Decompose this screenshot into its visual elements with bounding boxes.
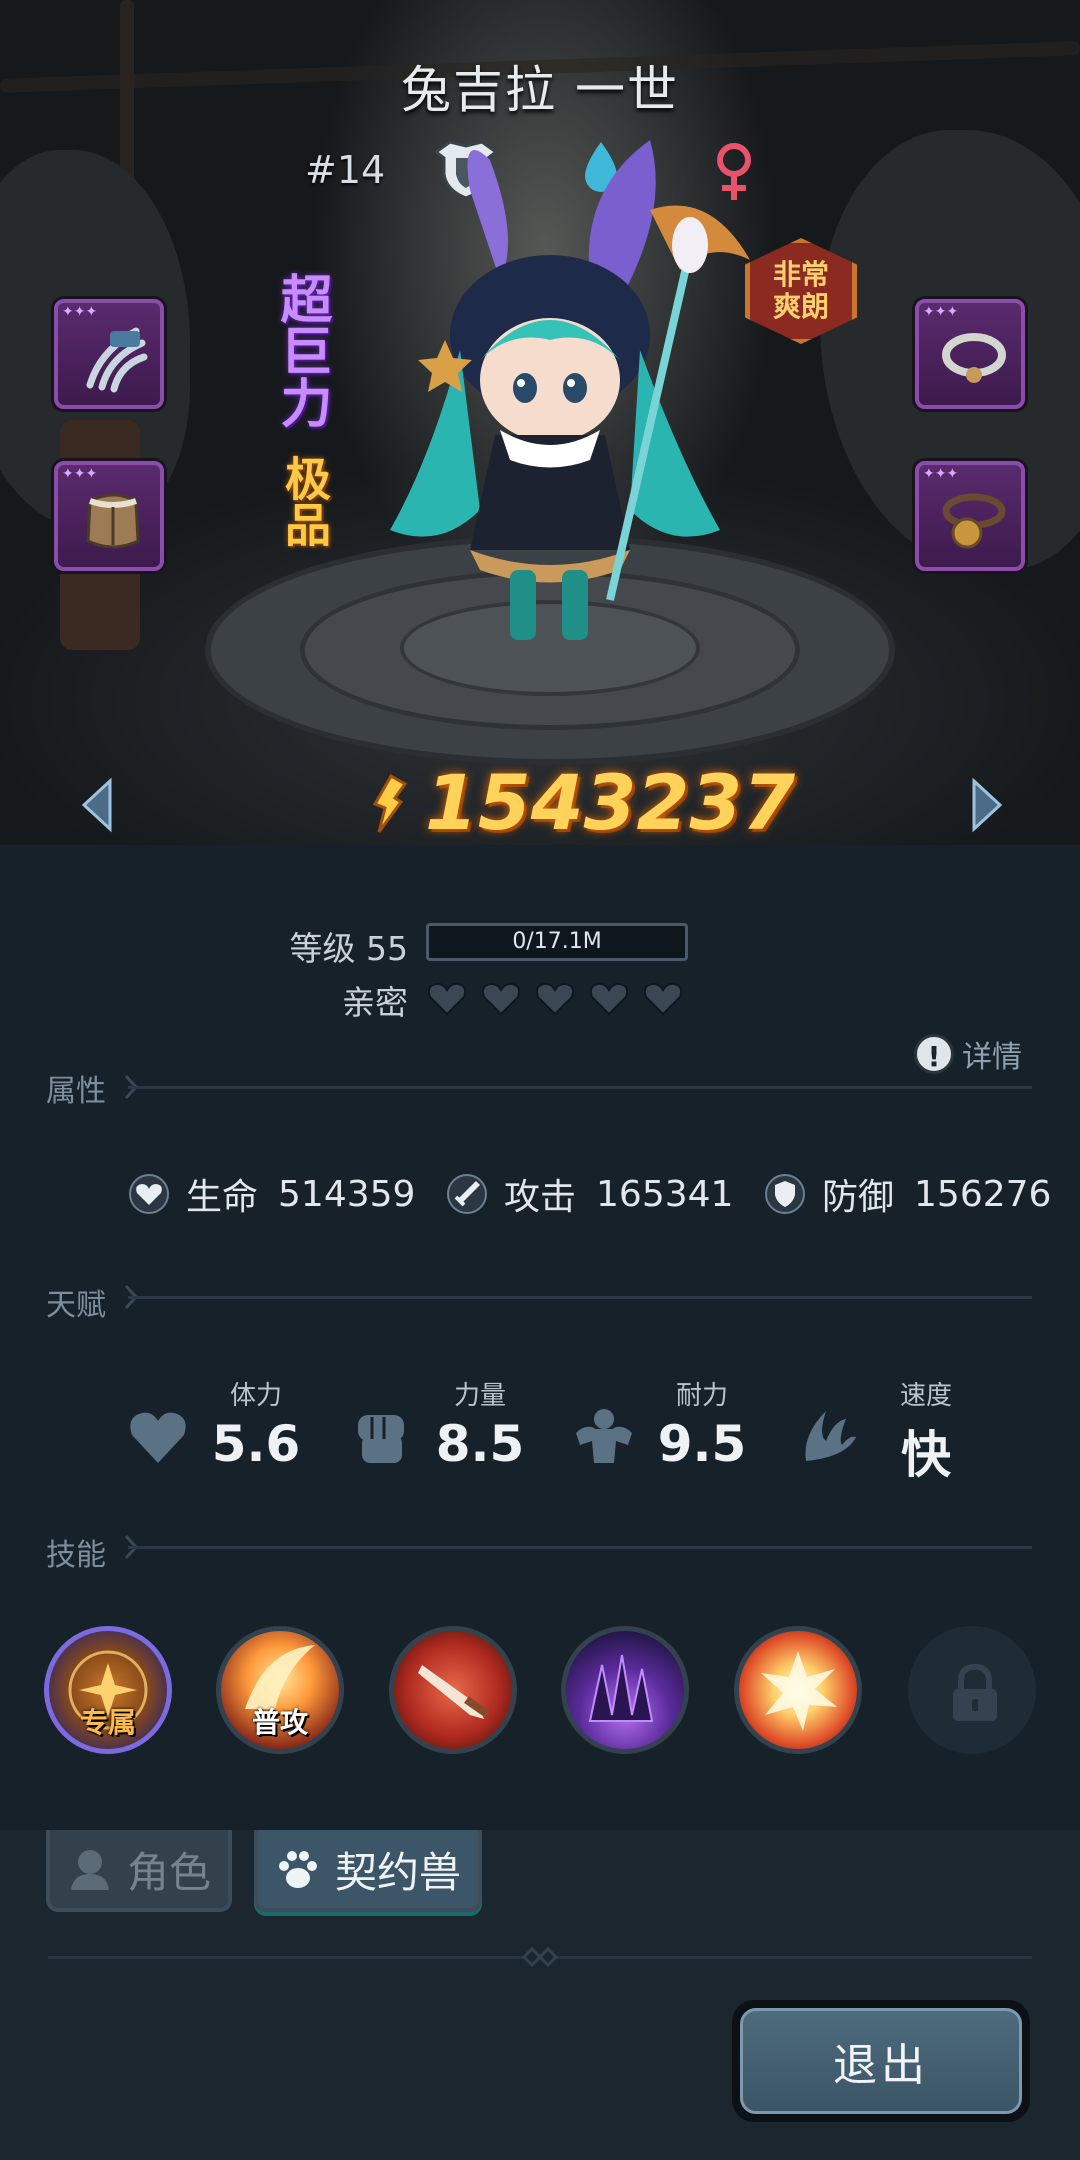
talent-value: 5.6 — [211, 1415, 301, 1473]
attack-label: 攻击 — [504, 1177, 577, 1218]
detail-label: 详情 — [962, 1040, 1022, 1075]
talent-speed[interactable]: 速度 快 — [796, 1375, 996, 1485]
attributes-header: 属性 — [46, 1074, 106, 1109]
talent-value: 快 — [901, 1426, 951, 1484]
hp-label: 生命 — [186, 1177, 259, 1218]
rarity-stars-icon: ✦✦✦ — [923, 304, 959, 320]
talent-label: 耐力 — [675, 1381, 728, 1411]
section-divider — [128, 1546, 1032, 1549]
level-label: 等级 55 — [289, 929, 408, 968]
detail-button[interactable]: ! 详情 — [914, 1032, 1022, 1076]
combat-power-value: 1543237 — [425, 758, 796, 845]
claw-weapon-icon — [86, 327, 148, 393]
quality-tag-excellent: 极品 — [278, 455, 332, 547]
rarity-stars-icon: ✦✦✦ — [62, 466, 98, 482]
muscle-icon — [576, 1409, 632, 1463]
lock-icon — [953, 1663, 997, 1721]
skills-header: 技能 — [46, 1538, 106, 1573]
trait-tag-super-strength: 超巨力 — [271, 272, 331, 428]
affection-heart-icon — [589, 982, 629, 1016]
equip-slot-accessory[interactable]: ✦✦✦ — [915, 461, 1025, 571]
skill-explosion[interactable] — [734, 1626, 862, 1754]
defense-value: 156276 — [914, 1173, 1052, 1215]
talent-label: 体力 — [229, 1381, 282, 1411]
hp-heart-icon — [129, 1174, 169, 1214]
talent-label: 力量 — [453, 1381, 506, 1411]
skill-normal-attack[interactable]: 普攻 — [216, 1626, 344, 1754]
hero-portrait — [390, 140, 750, 640]
talents-header: 天赋 — [46, 1288, 106, 1323]
rarity-stars-icon: ✦✦✦ — [923, 466, 959, 482]
character-silhouette-icon — [70, 1850, 109, 1890]
skill-sword-slash[interactable] — [389, 1626, 517, 1754]
equip-slot-weapon[interactable]: ✦✦✦ — [54, 299, 164, 409]
skill-caption: 专属 — [79, 1706, 136, 1739]
tab-pet-label: 契约兽 — [334, 1847, 461, 1897]
defense-shield-icon — [765, 1174, 805, 1214]
skill-caption: 普攻 — [251, 1706, 308, 1739]
divider-ornament-icon — [522, 1946, 558, 1968]
affection-label: 亲密 — [342, 983, 408, 1022]
prev-hero-arrow-icon[interactable] — [78, 775, 118, 835]
hero-name: 兔吉拉 一世 — [401, 61, 679, 119]
armor-icon — [86, 493, 140, 549]
skill-dark-spikes[interactable] — [561, 1626, 689, 1754]
stat-hp: 生命 514359 — [128, 1168, 415, 1220]
affection-heart-icon — [535, 982, 575, 1016]
skill-exclusive[interactable]: 专属 — [44, 1626, 172, 1754]
talent-label: 速度 — [899, 1381, 952, 1411]
tab-pet[interactable]: 契约兽 — [254, 1830, 482, 1912]
attack-sword-icon — [447, 1174, 487, 1214]
dark-spikes-icon — [588, 1654, 654, 1722]
collar-icon — [942, 333, 1006, 383]
rarity-stars-icon: ✦✦✦ — [62, 304, 98, 320]
combat-power-icon — [372, 773, 408, 833]
exit-button-label: 退出 — [740, 2008, 1022, 2114]
talent-endurance[interactable]: 耐力 9.5 — [572, 1375, 772, 1485]
stat-attack: 攻击 165341 — [446, 1168, 733, 1220]
affection-heart-icon — [481, 982, 521, 1016]
affection-hearts — [426, 980, 684, 1016]
sword-slash-icon — [418, 1665, 490, 1719]
defense-label: 防御 — [822, 1177, 895, 1218]
affection-heart-icon — [427, 982, 467, 1016]
xp-progress-bar: 0/17.1M — [426, 923, 688, 961]
hero-scene: 兔吉拉 一世 #14 非常爽朗 超巨力 极品 ✦✦✦ ✦✦✦ ✦✦✦ ✦✦✦ 1… — [0, 0, 1080, 845]
attack-value: 165341 — [596, 1173, 734, 1215]
affection-heart-icon — [643, 982, 683, 1016]
hp-value: 514359 — [278, 1173, 416, 1215]
bell-collar-icon — [942, 493, 1006, 549]
section-divider — [128, 1296, 1032, 1299]
talent-stamina[interactable]: 体力 5.6 — [126, 1375, 326, 1485]
next-hero-arrow-icon[interactable] — [966, 775, 1006, 835]
talent-value: 9.5 — [657, 1415, 747, 1473]
heart-icon — [130, 1412, 186, 1463]
equip-slot-necklace[interactable]: ✦✦✦ — [915, 299, 1025, 409]
equip-slot-armor[interactable]: ✦✦✦ — [54, 461, 164, 571]
skill-slot-locked[interactable] — [908, 1626, 1036, 1754]
paw-icon — [278, 1851, 317, 1888]
xp-progress-text: 0/17.1M — [512, 929, 602, 954]
stat-defense: 防御 156276 — [764, 1168, 1051, 1220]
section-divider — [128, 1086, 1032, 1089]
exit-button[interactable]: 退出 — [732, 2000, 1030, 2122]
talent-value: 8.5 — [435, 1415, 525, 1473]
tab-character[interactable]: 角色 — [46, 1830, 232, 1912]
explosion-icon — [761, 1651, 837, 1731]
wing-icon — [805, 1411, 856, 1461]
fist-icon — [358, 1415, 404, 1463]
talent-strength[interactable]: 力量 8.5 — [350, 1375, 550, 1485]
tab-character-label: 角色 — [126, 1847, 211, 1897]
info-exclamation-icon: ! — [914, 1034, 954, 1074]
